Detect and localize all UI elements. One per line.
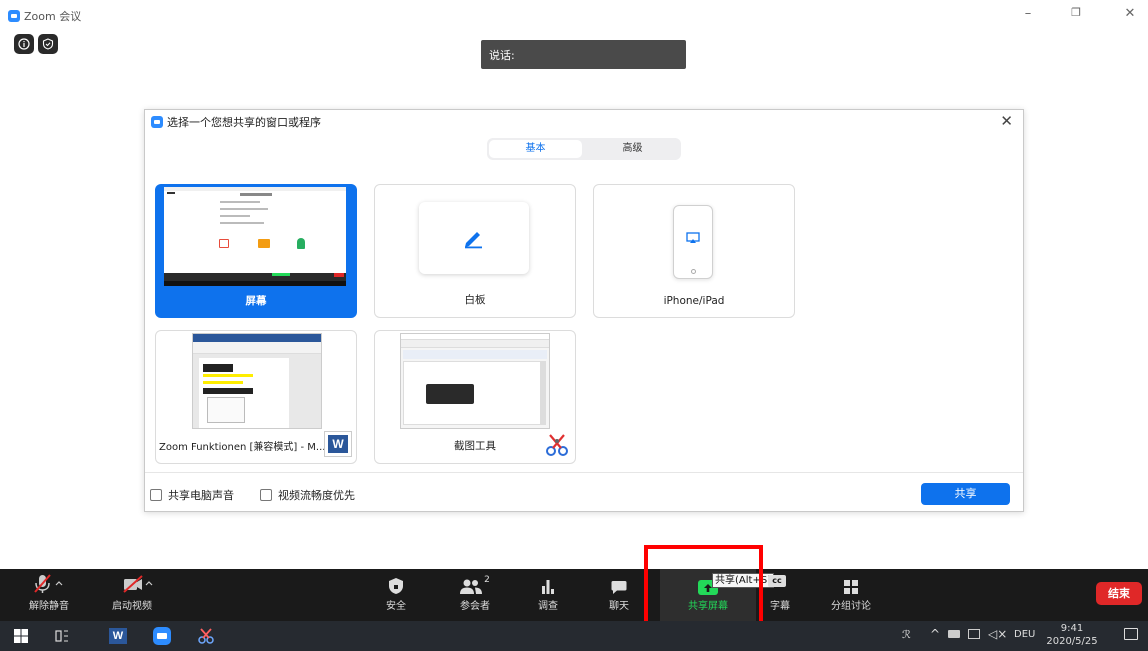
polls-label: 调查: [538, 601, 558, 612]
keyboard-language[interactable]: DEU: [1014, 629, 1035, 640]
security-label: 安全: [386, 601, 406, 612]
computer-audio-checkbox[interactable]: [150, 489, 162, 501]
breakout-label: 分组讨论: [831, 601, 871, 612]
chat-label: 聊天: [609, 601, 629, 612]
app-title-group: Zoom 会议: [8, 8, 81, 24]
minimize-button[interactable]: –: [1018, 6, 1038, 21]
word-taskbar-icon[interactable]: W: [108, 626, 128, 646]
chat-bubble-icon: [611, 581, 627, 594]
shield-icon: [389, 578, 403, 594]
dialog-close-icon[interactable]: ✕: [1000, 112, 1013, 130]
start-video-label: 启动视频: [112, 601, 152, 612]
share-dialog: 选择一个您想共享的窗口或程序 ✕ 基本 高级 屏幕 白板 iPhone/iPad…: [144, 109, 1024, 512]
battery-icon[interactable]: [948, 630, 960, 638]
screen-thumbnail: [164, 187, 346, 286]
participants-count: 2: [484, 575, 490, 585]
share-button[interactable]: 共享: [921, 483, 1010, 505]
task-view-icon[interactable]: [52, 626, 72, 646]
share-tile-screen[interactable]: 屏幕: [155, 184, 357, 318]
participants-label: 参会者: [460, 601, 490, 612]
meeting-toolbar: 解除静音 启动视频 安全 2 参会者 调查 聊天 共享屏幕 共享(Alt+S) …: [0, 569, 1148, 621]
share-tile-whiteboard[interactable]: 白板: [374, 184, 576, 318]
people-icon[interactable]: ℛ: [902, 628, 911, 641]
video-off-icon: [123, 575, 153, 593]
participants-button[interactable]: 2 参会者: [450, 569, 500, 621]
participants-icon: [460, 579, 483, 594]
shield-check-icon[interactable]: [38, 34, 58, 54]
tile-label: iPhone/iPad: [663, 295, 725, 307]
clock[interactable]: 9:41 2020/5/25: [1046, 622, 1098, 648]
app-title: Zoom 会议: [24, 10, 82, 23]
tab-basic[interactable]: 基本: [489, 140, 582, 158]
dialog-title-group: 选择一个您想共享的窗口或程序: [151, 114, 321, 130]
phone-icon: [673, 205, 713, 279]
chat-button[interactable]: 聊天: [601, 569, 637, 621]
captions-label: 字幕: [770, 601, 790, 612]
volume-muted-icon[interactable]: ◁×: [988, 627, 1007, 641]
divider: [145, 472, 1023, 473]
share-tile-iphone[interactable]: iPhone/iPad: [593, 184, 795, 318]
share-tile-snipping[interactable]: 截图工具: [374, 330, 576, 464]
tab-advanced[interactable]: 高级: [586, 140, 679, 158]
pencil-icon: [465, 232, 482, 249]
clock-time: 9:41: [1060, 623, 1084, 634]
optimize-video-checkbox[interactable]: [260, 489, 272, 501]
tile-label: Zoom Funktionen [兼容模式] - M...: [159, 442, 326, 453]
zoom-logo-icon: [8, 10, 20, 22]
optimize-video-option[interactable]: 视频流畅度优先: [260, 487, 355, 503]
whiteboard-card: [419, 202, 529, 274]
word-thumbnail: [192, 333, 322, 429]
windows-taskbar: W ℛ ^ ◁× DEU 9:41 2020/5/25: [0, 621, 1148, 651]
title-bar: Zoom 会议 – ❐ ✕: [0, 0, 1148, 30]
info-icon[interactable]: [14, 34, 34, 54]
mic-muted-icon: [34, 574, 63, 593]
unmute-label: 解除静音: [29, 601, 69, 612]
clock-date: 2020/5/25: [1046, 636, 1098, 647]
share-mode-tabs: 基本 高级: [487, 138, 681, 160]
snipping-taskbar-icon[interactable]: [196, 626, 216, 646]
airplay-icon: [686, 232, 700, 243]
close-window-button[interactable]: ✕: [1120, 6, 1140, 21]
word-app-icon: W: [324, 431, 352, 457]
zoom-taskbar-icon[interactable]: [152, 626, 172, 646]
windows-start-icon[interactable]: [11, 626, 31, 646]
highlight-box: [644, 545, 763, 632]
security-button[interactable]: 安全: [378, 569, 414, 621]
breakout-grid-icon: [844, 580, 858, 594]
tile-label: 屏幕: [245, 295, 267, 307]
restore-button[interactable]: ❐: [1066, 6, 1086, 19]
scissors-icon: [546, 434, 568, 456]
tray-chevron-icon[interactable]: ^: [930, 627, 940, 641]
active-speaker-bar: 说话:: [481, 40, 686, 69]
tile-label: 白板: [464, 294, 486, 306]
share-tile-word[interactable]: Zoom Funktionen [兼容模式] - M... W: [155, 330, 357, 464]
zoom-logo-icon: [151, 116, 163, 128]
optimize-video-label: 视频流畅度优先: [278, 489, 355, 502]
notifications-icon[interactable]: [1124, 628, 1138, 640]
start-video-button[interactable]: 启动视频: [103, 569, 161, 621]
end-meeting-button[interactable]: 结束: [1096, 582, 1142, 605]
computer-audio-label: 共享电脑声音: [168, 489, 234, 502]
snipping-thumbnail: [400, 333, 550, 429]
network-icon[interactable]: [968, 629, 980, 639]
dialog-title: 选择一个您想共享的窗口或程序: [167, 116, 321, 129]
unmute-button[interactable]: 解除静音: [20, 569, 78, 621]
computer-audio-option[interactable]: 共享电脑声音: [150, 487, 234, 503]
breakout-rooms-button[interactable]: 分组讨论: [820, 569, 882, 621]
speaker-label: 说话:: [489, 48, 515, 62]
polls-button[interactable]: 调查: [530, 569, 566, 621]
poll-chart-icon: [542, 580, 554, 594]
captions-button[interactable]: 字幕: [762, 569, 798, 621]
